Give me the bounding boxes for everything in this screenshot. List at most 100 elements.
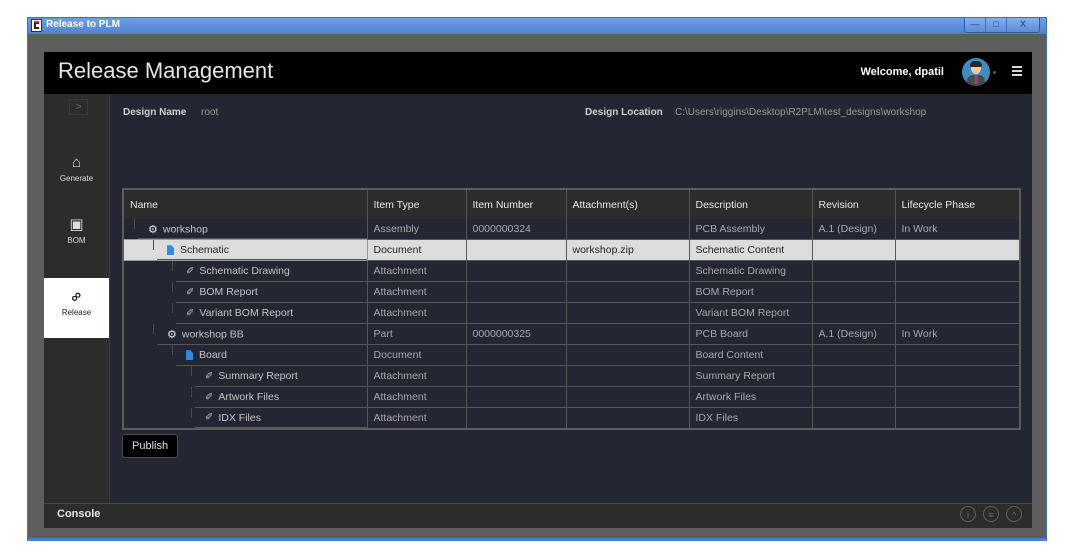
item-number-cell <box>466 407 567 430</box>
column-header-lifecycle-phase[interactable]: Lifecycle Phase <box>895 189 1021 219</box>
home-icon: ⌂ <box>71 154 82 171</box>
table-row[interactable]: ✐ Artwork Files Attachment Artwork Files <box>123 386 1021 408</box>
expand-sidebar-button[interactable]: > <box>69 99 88 115</box>
table-row[interactable]: ✐ Summary Report Attachment Summary Report <box>123 365 1021 387</box>
table-row[interactable]: ⚙ workshop Assembly 0000000324 PCB Assembly A… <box>123 219 1021 240</box>
column-header-description[interactable]: Description <box>689 189 813 219</box>
briefcase-icon: ▣ <box>69 216 84 233</box>
item-type-cell: Part <box>367 323 467 345</box>
avatar-tie <box>975 75 978 84</box>
design-location-value: C:\Users\riggins\Desktop\R2PLM\test_desi… <box>675 107 927 118</box>
name-cell[interactable]: ⚙ workshop BB <box>123 323 368 345</box>
item-name: Variant BOM Report <box>199 307 294 319</box>
column-header-item-type[interactable]: Item Type <box>367 189 467 219</box>
item-number-cell <box>466 281 567 303</box>
lifecycle-cell <box>895 386 1021 408</box>
table-row[interactable]: Schematic Document workshop.zip Schematic C… <box>122 239 1021 261</box>
item-name: workshop BB <box>181 327 244 340</box>
item-name: IDX Files <box>218 411 261 424</box>
attachments-cell <box>566 260 690 282</box>
description-cell: PCB Board <box>689 323 813 345</box>
table-row[interactable]: ✐ IDX Files Attachment IDX Files <box>123 407 1021 430</box>
column-header-attachments[interactable]: Attachment(s) <box>566 189 690 219</box>
tree-connector <box>153 240 154 250</box>
sidebar-item-bom[interactable]: ▣ BOM <box>44 216 109 276</box>
table-row[interactable]: ✐ Variant BOM Report Attachment Variant BOM… <box>123 302 1021 324</box>
description-cell: IDX Files <box>689 407 813 430</box>
menu-line <box>1012 74 1022 76</box>
attachments-cell <box>566 344 690 366</box>
description-cell: Schematic Drawing <box>689 260 813 282</box>
item-name: Schematic <box>180 244 230 256</box>
column-header-revision[interactable]: Revision <box>812 189 896 219</box>
column-header-name[interactable]: Name <box>123 189 368 219</box>
item-name: Schematic Drawing <box>199 265 290 278</box>
lifecycle-cell <box>895 302 1021 324</box>
column-header-item-number[interactable]: Item Number <box>466 189 567 219</box>
close-button[interactable]: X <box>1006 18 1039 32</box>
paperclip-icon: ✐ <box>186 265 195 277</box>
item-name: BOM Report <box>199 286 258 298</box>
attachments-cell[interactable]: workshop.zip <box>566 239 690 261</box>
name-cell[interactable]: Board <box>123 344 368 366</box>
lifecycle-cell <box>895 281 1021 303</box>
name-cell[interactable]: ✐ Artwork Files <box>123 386 368 408</box>
window-title: Release to PLM <box>46 19 120 30</box>
revision-cell <box>812 365 896 387</box>
item-type-cell: Document <box>367 239 467 261</box>
name-cell[interactable]: ⚙ workshop <box>123 219 368 240</box>
attachments-cell <box>566 323 690 345</box>
console-bar[interactable]: Console i ≡ ^ <box>44 503 1032 528</box>
gear-icon: ⚙ <box>167 328 177 341</box>
revision-cell <box>812 344 896 366</box>
lifecycle-cell <box>895 344 1021 366</box>
minimize-button[interactable]: — <box>965 18 985 32</box>
menu-line <box>1012 70 1022 72</box>
name-cell[interactable]: ✐ Variant BOM Report <box>123 302 368 324</box>
sidebar-item-label: Generate <box>59 174 94 183</box>
item-name: Summary Report <box>218 370 298 382</box>
menu-line <box>1012 66 1022 68</box>
title-bar[interactable]: Release to PLM — □ X <box>28 18 1046 34</box>
chevron-up-icon[interactable]: ^ <box>1006 506 1022 522</box>
design-name-value: root <box>201 107 219 118</box>
app-header: Release Management Welcome, dpatil <box>44 52 1032 94</box>
item-name: workshop <box>162 222 208 235</box>
description-cell: PCB Assembly <box>689 219 813 240</box>
description-cell: Artwork Files <box>689 386 813 408</box>
description-cell: Schematic Content <box>689 239 813 261</box>
name-cell[interactable]: ✐ Summary Report <box>123 365 368 387</box>
trash-icon[interactable]: ≡ <box>983 506 999 522</box>
maximize-button[interactable]: □ <box>985 18 1006 32</box>
release-tree-table: Name Item Type Item Number Attachment(s)… <box>122 188 1021 430</box>
table-row[interactable]: ⚙ workshop BB Part 0000000325 PCB Board A.1 (… <box>123 323 1021 345</box>
name-cell[interactable]: ✐ Schematic Drawing <box>123 260 368 282</box>
sidebar-item-generate[interactable]: ⌂ Generate <box>44 154 109 214</box>
hamburger-menu-icon[interactable] <box>1012 66 1022 78</box>
name-cell[interactable]: ✐ BOM Report <box>123 281 368 303</box>
design-location-label: Design Location <box>585 107 663 118</box>
user-avatar[interactable] <box>962 58 990 86</box>
table-row[interactable]: ✐ Schematic Drawing Attachment Schematic Dr… <box>123 260 1021 282</box>
revision-cell: A.1 (Design) <box>812 323 896 345</box>
item-number-cell <box>466 260 567 282</box>
item-number-cell <box>466 365 567 387</box>
info-icon[interactable]: i <box>960 506 976 522</box>
paperclip-icon: ✐ <box>186 286 195 298</box>
name-cell[interactable]: ✐ IDX Files <box>123 407 368 429</box>
table-row[interactable]: ✐ BOM Report Attachment BOM Report <box>123 281 1021 303</box>
status-dot <box>993 71 996 74</box>
table-row[interactable]: Board Document Board Content <box>123 344 1021 366</box>
name-cell[interactable]: Schematic <box>122 239 368 261</box>
sidebar-item-release[interactable]: ∞ Release <box>44 278 109 338</box>
link-icon: ∞ <box>66 286 86 307</box>
publish-button[interactable]: Publish <box>122 434 179 458</box>
attachments-cell <box>566 407 690 430</box>
app-panel: Release Management Welcome, dpatil > ⌂ G… <box>44 52 1032 528</box>
tree-connector <box>191 386 192 397</box>
paperclip-icon: ✐ <box>205 370 214 382</box>
revision-cell <box>812 281 896 303</box>
revision-cell <box>812 407 896 430</box>
description-cell: Summary Report <box>689 365 813 387</box>
sidebar-item-label: BOM <box>67 236 86 245</box>
